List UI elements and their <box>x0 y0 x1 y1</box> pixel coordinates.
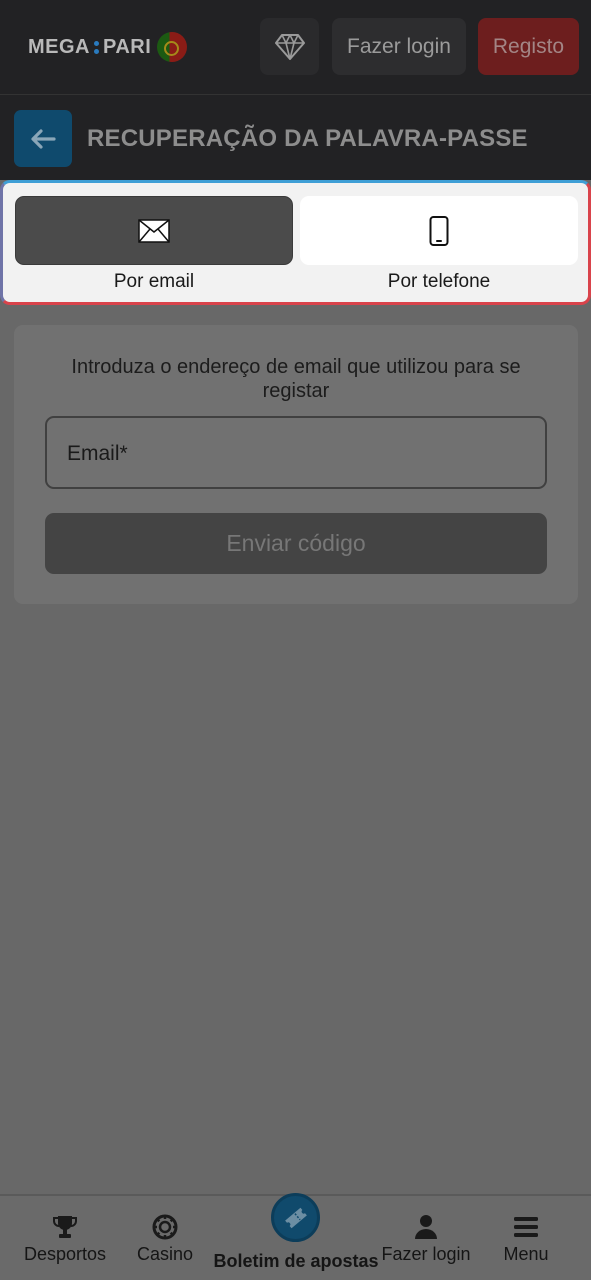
page-title: RECUPERAÇÃO DA PALAVRA-PASSE <box>87 125 528 152</box>
nav-label-sports: Desportos <box>23 1244 107 1264</box>
casino-chip-icon <box>152 1214 178 1240</box>
nav-item-sports[interactable]: Desportos <box>14 1196 116 1280</box>
nav-item-casino[interactable]: Casino <box>122 1196 208 1280</box>
bottom-navigation: Desportos Casino Boletim de apostas Faze… <box>0 1193 591 1280</box>
portugal-flag-icon <box>157 32 188 62</box>
vip-diamond-button[interactable] <box>260 18 319 75</box>
back-button[interactable] <box>14 110 72 167</box>
nav-label-betslip: Boletim de apostas <box>213 1251 379 1271</box>
hamburger-menu-icon <box>514 1217 538 1237</box>
logo-text-right: PARI <box>103 35 152 58</box>
email-field[interactable]: Email* <box>45 416 547 489</box>
method-email-label[interactable]: Por email <box>15 271 293 293</box>
user-icon <box>415 1215 437 1239</box>
page-titlebar: RECUPERAÇÃO DA PALAVRA-PASSE <box>0 94 591 180</box>
recovery-method-selector: Por email Por telefone <box>0 180 591 305</box>
betslip-button[interactable] <box>271 1193 320 1242</box>
nav-label-casino: Casino <box>136 1244 194 1264</box>
method-phone-button[interactable] <box>300 196 578 265</box>
top-header: MEGA PARI Fazer login Registo <box>0 0 591 94</box>
nav-item-login[interactable]: Fazer login <box>378 1196 474 1280</box>
method-email-button[interactable] <box>15 196 293 265</box>
login-button[interactable]: Fazer login <box>332 18 466 75</box>
nav-item-menu[interactable]: Menu <box>490 1196 562 1280</box>
register-button[interactable]: Registo <box>478 18 579 75</box>
ticket-icon <box>284 1207 307 1228</box>
megapari-logo[interactable]: MEGA PARI <box>28 30 188 64</box>
logo-dots <box>94 40 99 54</box>
nav-label-login: Fazer login <box>381 1244 471 1264</box>
method-phone-label[interactable]: Por telefone <box>300 271 578 293</box>
arrow-left-icon <box>31 128 56 149</box>
diamond-icon <box>274 33 305 60</box>
mobile-phone-icon <box>429 215 449 246</box>
form-instruction: Introduza o endereço de email que utiliz… <box>71 356 521 402</box>
envelope-icon <box>138 218 170 243</box>
email-placeholder: Email* <box>67 442 128 465</box>
nav-label-menu: Menu <box>503 1244 549 1264</box>
email-recovery-form: Introduza o endereço de email que utiliz… <box>14 325 578 604</box>
trophy-icon <box>53 1216 77 1238</box>
logo-text-left: MEGA <box>28 35 90 58</box>
send-code-button[interactable]: Enviar código <box>45 513 547 574</box>
